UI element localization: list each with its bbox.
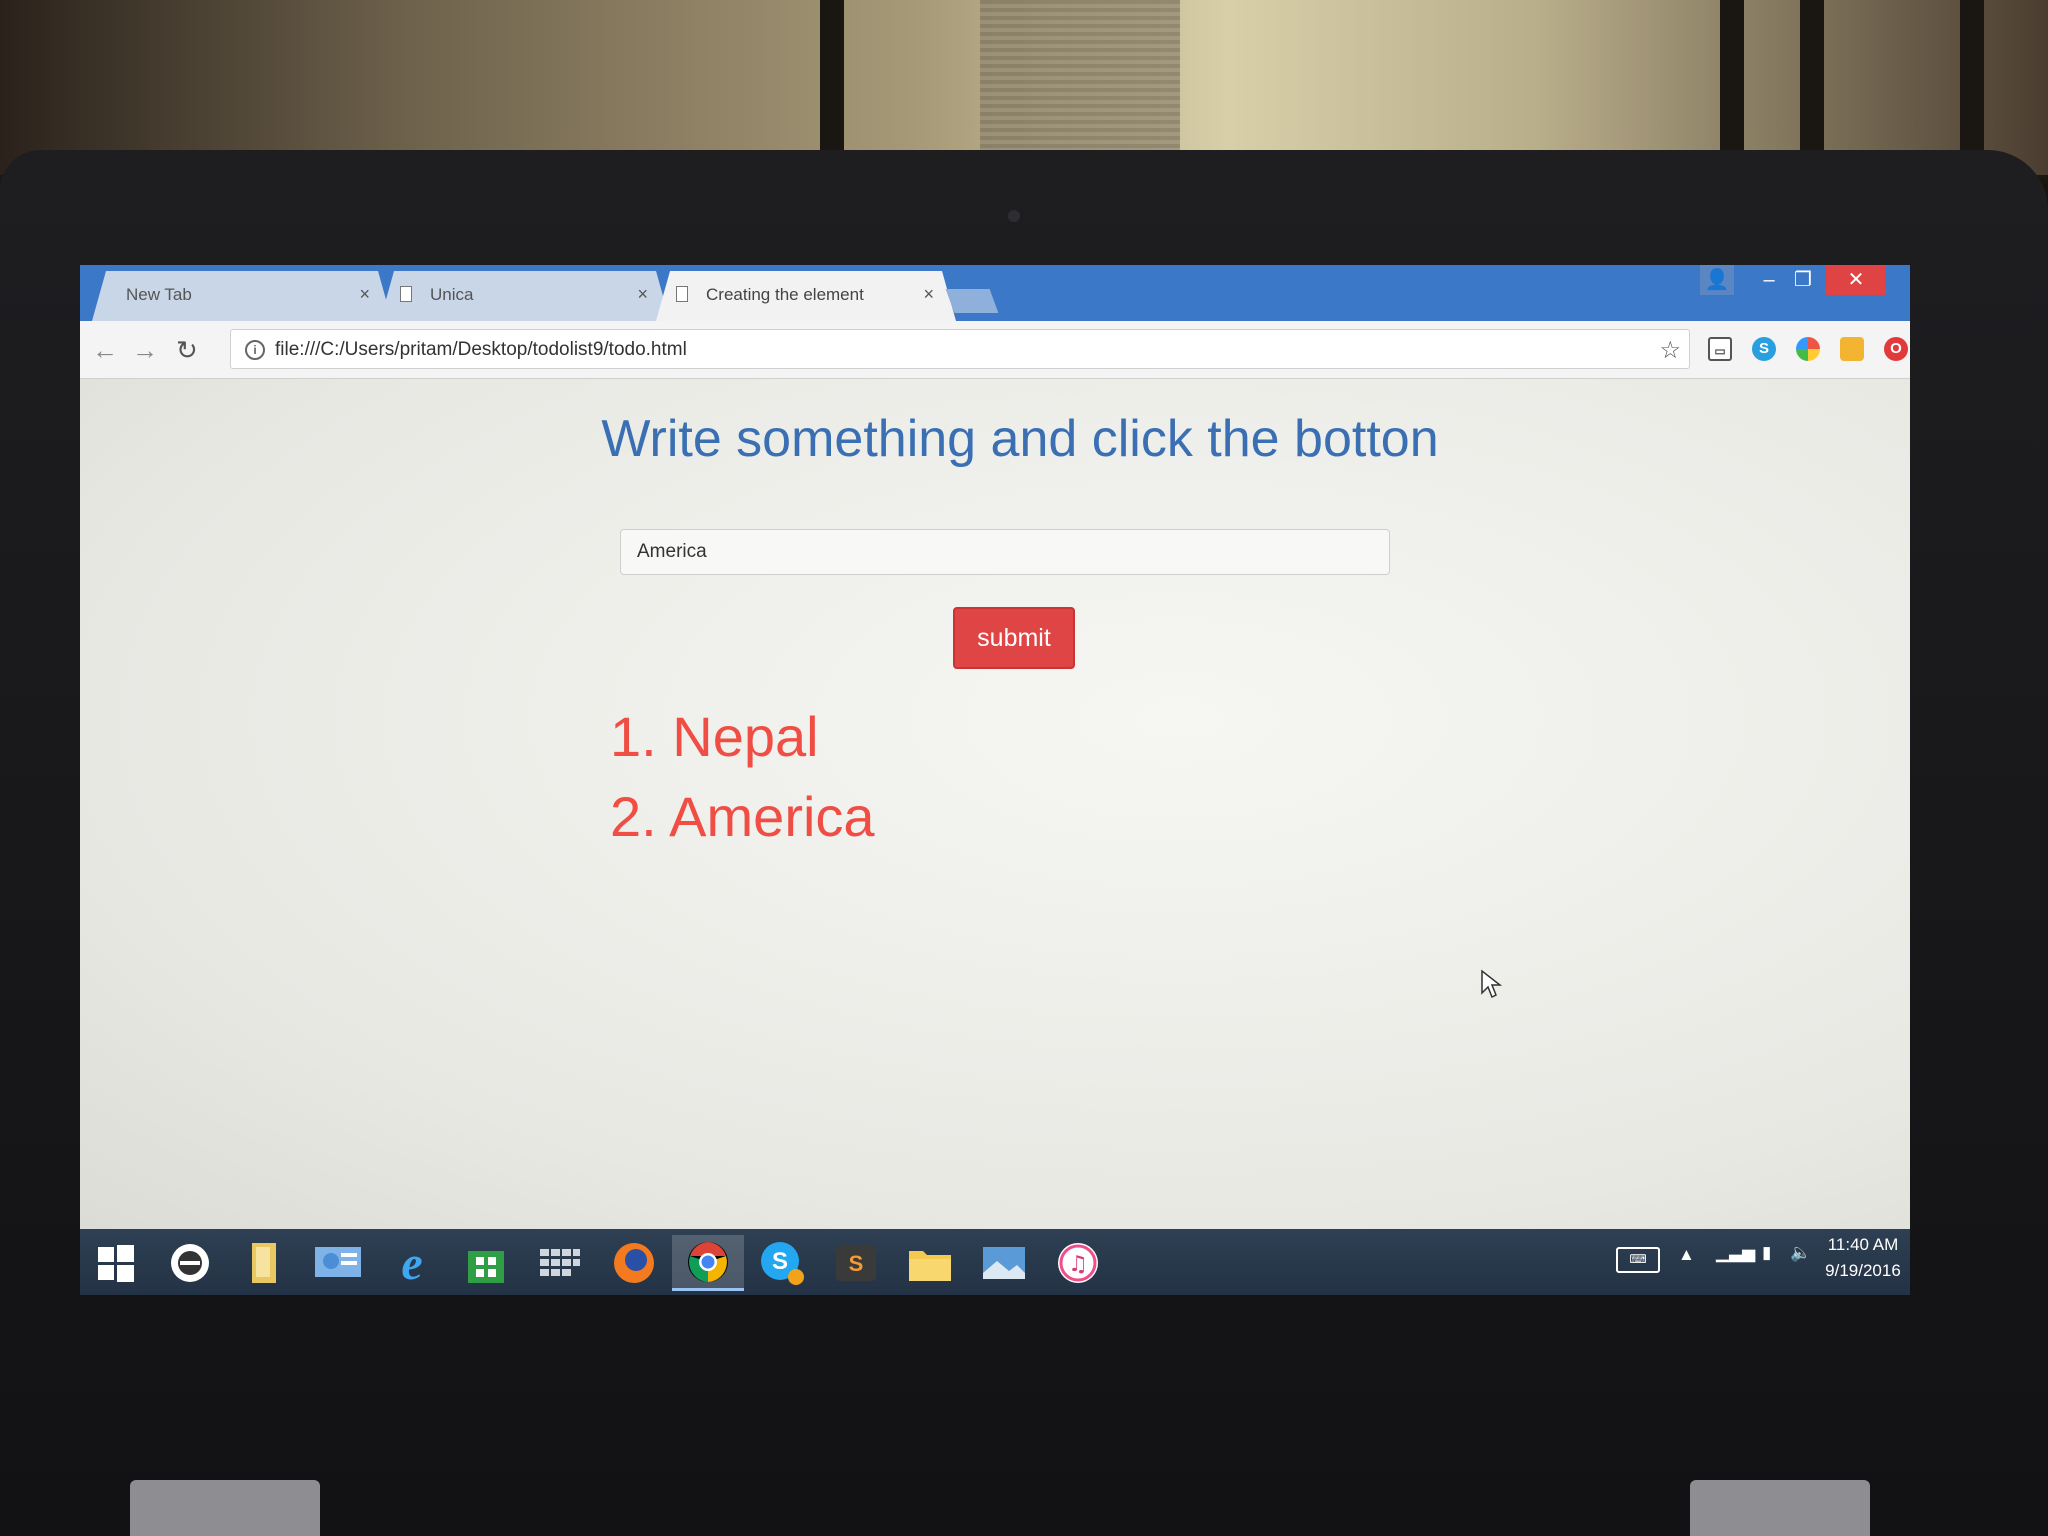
page-title: Write something and click the botton bbox=[601, 410, 1439, 468]
new-tab-button[interactable] bbox=[945, 289, 999, 313]
room-background bbox=[0, 0, 2048, 175]
tab-creating-the-element[interactable]: Creating the element × bbox=[656, 271, 956, 321]
page-icon bbox=[676, 286, 688, 302]
tab-new-tab[interactable]: New Tab × bbox=[92, 271, 392, 321]
forward-arrow-icon[interactable]: → bbox=[132, 335, 158, 366]
cast-icon[interactable]: ▭ bbox=[1708, 337, 1732, 361]
show-hidden-icons-icon[interactable]: ▲ bbox=[1678, 1245, 1695, 1265]
skype-icon[interactable]: S bbox=[746, 1235, 818, 1291]
reload-icon[interactable]: ↻ bbox=[176, 335, 198, 366]
photos-icon[interactable] bbox=[968, 1235, 1040, 1291]
laptop-screen: New Tab × Unica × Creating the element ×… bbox=[80, 265, 1910, 1295]
tab-label: Unica bbox=[430, 285, 474, 304]
itunes-icon[interactable]: ♫ bbox=[1042, 1235, 1114, 1291]
todo-list: 1. Nepal 2. America bbox=[610, 697, 875, 857]
browser-toolbar: ← → ↻ i file:///C:/Users/pritam/Desktop/… bbox=[80, 321, 1910, 379]
battery-icon[interactable]: ▮ bbox=[1762, 1243, 1771, 1263]
volume-icon[interactable]: 🔈 bbox=[1790, 1243, 1811, 1263]
chair-post bbox=[1720, 0, 1744, 175]
chair-post bbox=[1800, 0, 1824, 175]
cortana-icon[interactable] bbox=[154, 1235, 226, 1291]
browser-tabstrip: New Tab × Unica × Creating the element ×… bbox=[80, 265, 1910, 321]
back-arrow-icon[interactable]: ← bbox=[92, 335, 118, 366]
tab-label: Creating the element bbox=[706, 285, 864, 304]
wall-vent bbox=[980, 0, 1180, 160]
tab-unica[interactable]: Unica × bbox=[380, 271, 670, 321]
info-icon[interactable]: i bbox=[245, 340, 265, 360]
file-explorer-icon[interactable] bbox=[228, 1235, 300, 1291]
app-grid-icon[interactable] bbox=[524, 1235, 596, 1291]
folder-icon[interactable] bbox=[894, 1235, 966, 1291]
restore-button[interactable]: ❐ bbox=[1786, 265, 1820, 295]
windows-start-icon[interactable] bbox=[80, 1235, 152, 1291]
sublime-text-icon[interactable]: S bbox=[820, 1235, 892, 1291]
svg-text:♫: ♫ bbox=[1068, 1252, 1088, 1277]
tab-label: New Tab bbox=[126, 285, 192, 304]
windows-taskbar: e S S ♫ ⌨ ▲ ▁▃▅ ▮ 🔈 11:40 AM 9/19/2016 bbox=[80, 1229, 1910, 1295]
internet-explorer-icon[interactable]: e bbox=[376, 1235, 448, 1291]
svg-text:S: S bbox=[849, 1251, 864, 1276]
colorful-extension-icon[interactable] bbox=[1796, 337, 1820, 361]
firefox-icon[interactable] bbox=[598, 1235, 670, 1291]
window-close-button[interactable]: ✕ bbox=[1826, 265, 1886, 295]
chrome-icon[interactable] bbox=[672, 1235, 744, 1291]
mouse-cursor-icon bbox=[1481, 969, 1502, 999]
chair-post bbox=[1960, 0, 1984, 175]
touch-keyboard-icon[interactable]: ⌨ bbox=[1616, 1247, 1660, 1273]
webcam bbox=[1008, 210, 1020, 222]
bookmark-star-icon[interactable]: ☆ bbox=[1659, 336, 1681, 365]
close-icon[interactable]: × bbox=[923, 284, 934, 305]
page-content: Write something and click the botton sub… bbox=[80, 379, 1910, 1229]
control-panel-icon[interactable] bbox=[302, 1235, 374, 1291]
address-bar[interactable]: i file:///C:/Users/pritam/Desktop/todoli… bbox=[230, 329, 1690, 369]
minimize-button[interactable]: – bbox=[1752, 265, 1786, 295]
list-item: 2. America bbox=[610, 785, 875, 848]
svg-text:S: S bbox=[772, 1248, 788, 1275]
opera-extension-icon[interactable]: O bbox=[1884, 337, 1908, 361]
page-icon bbox=[400, 286, 412, 302]
list-item: 1. Nepal bbox=[610, 705, 819, 768]
address-text: file:///C:/Users/pritam/Desktop/todolist… bbox=[275, 339, 687, 360]
key-extension-icon[interactable] bbox=[1840, 337, 1864, 361]
chair-post bbox=[820, 0, 844, 175]
close-icon[interactable]: × bbox=[359, 284, 370, 305]
submit-button[interactable]: submit bbox=[953, 607, 1075, 669]
clock-time[interactable]: 11:40 AM bbox=[1820, 1235, 1906, 1255]
profile-icon[interactable]: 👤 bbox=[1700, 265, 1734, 295]
todo-input[interactable] bbox=[620, 529, 1390, 575]
clock-date[interactable]: 9/19/2016 bbox=[1820, 1261, 1906, 1281]
store-icon[interactable] bbox=[450, 1235, 522, 1291]
laptop-hinge bbox=[130, 1480, 320, 1536]
network-signal-icon[interactable]: ▁▃▅ bbox=[1716, 1243, 1755, 1263]
close-icon[interactable]: × bbox=[637, 284, 648, 305]
skype-extension-icon[interactable]: S bbox=[1752, 337, 1776, 361]
laptop-hinge bbox=[1690, 1480, 1870, 1536]
